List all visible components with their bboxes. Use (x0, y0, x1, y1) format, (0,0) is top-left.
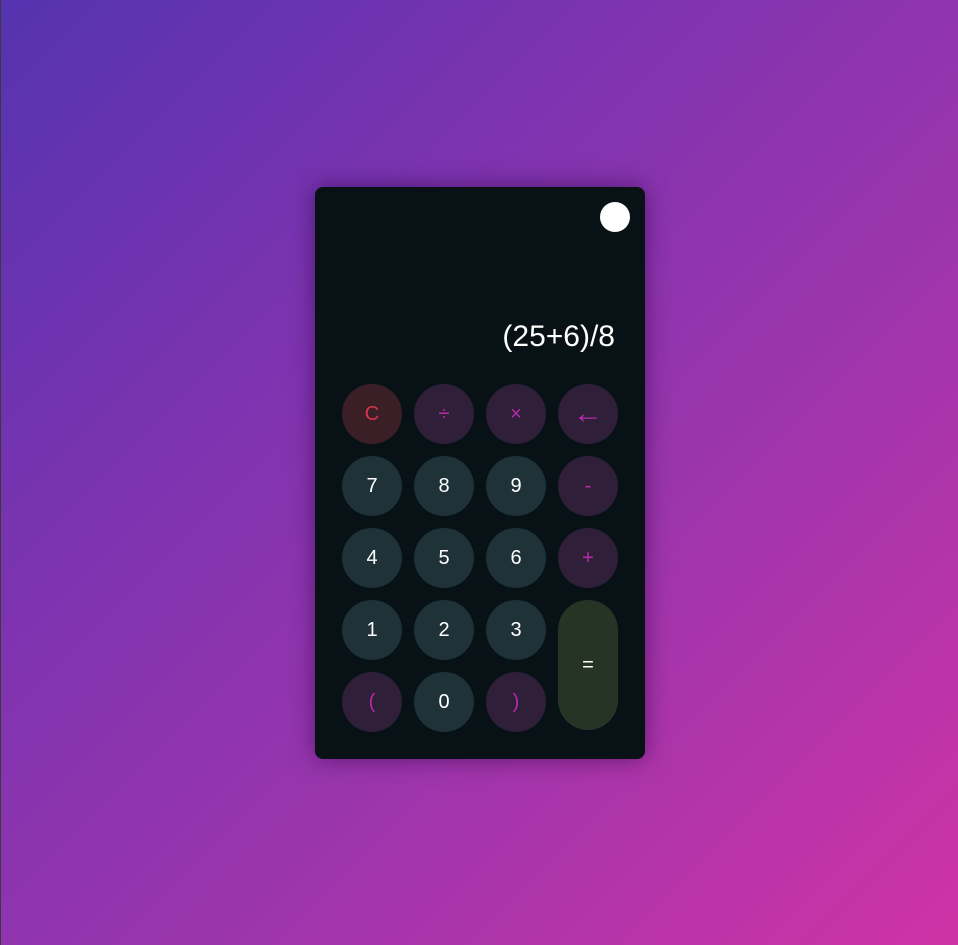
digit-6-button[interactable]: 6 (486, 528, 546, 588)
multiply-button[interactable]: × (486, 384, 546, 444)
page-left-edge (0, 0, 1, 945)
digit-4-button[interactable]: 4 (342, 528, 402, 588)
digit-5-button[interactable]: 5 (414, 528, 474, 588)
theme-toggle-button[interactable] (600, 202, 630, 232)
clear-button[interactable]: C (342, 384, 402, 444)
plus-button[interactable]: + (558, 528, 618, 588)
minus-button[interactable]: - (558, 456, 618, 516)
digit-0-button[interactable]: 0 (414, 672, 474, 732)
expression-display: (25+6)/8 (502, 320, 615, 353)
calculator: (25+6)/8 C ÷ × ← 7 8 9 - 4 5 6 + 1 2 3 =… (315, 187, 645, 759)
digit-8-button[interactable]: 8 (414, 456, 474, 516)
digit-3-button[interactable]: 3 (486, 600, 546, 660)
digit-2-button[interactable]: 2 (414, 600, 474, 660)
close-paren-button[interactable]: ) (486, 672, 546, 732)
digit-9-button[interactable]: 9 (486, 456, 546, 516)
open-paren-button[interactable]: ( (342, 672, 402, 732)
backspace-button[interactable]: ← (558, 384, 618, 444)
divide-button[interactable]: ÷ (414, 384, 474, 444)
equals-button[interactable]: = (558, 600, 618, 730)
digit-7-button[interactable]: 7 (342, 456, 402, 516)
digit-1-button[interactable]: 1 (342, 600, 402, 660)
